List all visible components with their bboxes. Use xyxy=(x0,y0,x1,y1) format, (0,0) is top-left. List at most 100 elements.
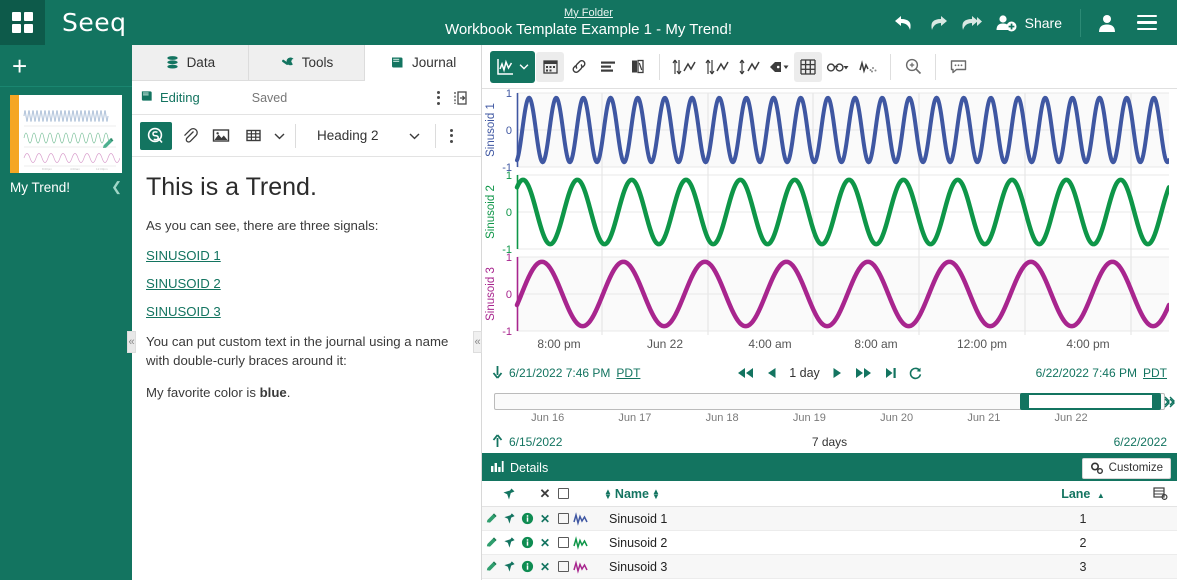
paperclip-icon[interactable] xyxy=(174,122,204,150)
customize-button[interactable]: Customize xyxy=(1081,457,1171,479)
table-icon[interactable] xyxy=(238,122,268,150)
table-row[interactable]: ✕ Sinusoid 1 1 xyxy=(482,507,1177,531)
signal-dots-icon[interactable] xyxy=(854,52,882,82)
signal-name[interactable]: Sinusoid 2 xyxy=(590,536,1023,550)
rewind-icon[interactable] xyxy=(766,366,778,380)
editor-kebab-menu-icon[interactable] xyxy=(443,128,461,143)
tab-tools[interactable]: Tools xyxy=(248,45,366,80)
table-settings-icon[interactable] xyxy=(1143,486,1177,501)
journal-collapse-handle[interactable]: « xyxy=(473,331,482,353)
undo-icon[interactable] xyxy=(887,0,921,45)
forward-fast-icon[interactable] xyxy=(854,366,873,380)
toolbar-divider-2 xyxy=(890,53,891,80)
journal-content[interactable]: This is a Trend. As you can see, there a… xyxy=(132,157,481,580)
row-checkbox[interactable] xyxy=(554,537,572,548)
paragraph-style-select[interactable]: Heading 2 xyxy=(309,122,428,150)
y-axis-arrows-chart-icon[interactable] xyxy=(701,52,733,82)
chevron-down-icon[interactable]: ❮ xyxy=(111,179,122,195)
sidebar-collapse-handle[interactable]: « xyxy=(127,331,136,353)
list-bars-icon[interactable] xyxy=(594,52,622,82)
worksheet-thumbnail[interactable]: 8:00pm 4:00am 12:00pm xyxy=(19,95,122,173)
signal-trace-icon[interactable] xyxy=(572,535,590,550)
signal-name[interactable]: Sinusoid 3 xyxy=(590,560,1023,574)
pin-icon[interactable] xyxy=(500,560,518,573)
row-checkbox[interactable] xyxy=(554,561,572,572)
arrow-down-icon[interactable] xyxy=(492,365,503,382)
export-panel-icon[interactable] xyxy=(447,90,473,106)
signal-name[interactable]: Sinusoid 1 xyxy=(590,512,1023,526)
range-slider-handle-right[interactable] xyxy=(1151,394,1159,409)
apps-grid-icon[interactable] xyxy=(0,0,45,45)
tag-icon[interactable] xyxy=(765,52,793,82)
pencil-icon[interactable] xyxy=(482,536,500,549)
trend-chart-icon xyxy=(497,59,513,75)
rewind-fast-icon[interactable] xyxy=(736,366,755,380)
table-row[interactable]: ✕ Sinusoid 2 2 xyxy=(482,531,1177,555)
table-dropdown-chevron-down-icon[interactable] xyxy=(270,122,288,150)
journal-editing-button[interactable]: Editing xyxy=(140,89,200,106)
worksheet-item[interactable]: 8:00pm 4:00am 12:00pm My Trend! ❮ xyxy=(0,87,132,201)
add-worksheet-button[interactable]: + xyxy=(0,45,132,87)
signal-trace-icon[interactable] xyxy=(572,559,590,574)
range-slider-selection[interactable] xyxy=(1020,393,1161,410)
end-time-label[interactable]: 6/22/2022 7:46 PM xyxy=(1036,366,1137,380)
share-button[interactable]: Share xyxy=(989,0,1074,45)
magnifier-plus-icon[interactable] xyxy=(899,52,927,82)
seeq-logo-icon[interactable] xyxy=(140,121,172,150)
forward-icon[interactable] xyxy=(831,366,843,380)
redo-icon[interactable] xyxy=(921,0,955,45)
grid-icon[interactable] xyxy=(794,51,822,82)
remove-x-icon[interactable]: ✕ xyxy=(536,512,554,526)
trend-view-button[interactable] xyxy=(490,50,535,83)
start-timezone[interactable]: PDT xyxy=(616,366,640,380)
signal-trace-icon[interactable] xyxy=(572,511,590,526)
pencil-icon[interactable] xyxy=(100,136,116,152)
duration-label[interactable]: 1 day xyxy=(789,366,820,380)
workbook-title[interactable]: Workbook Template Example 1 - My Trend! xyxy=(445,20,732,40)
remove-x-icon[interactable]: ✕ xyxy=(536,536,554,550)
tab-journal[interactable]: Journal xyxy=(365,45,482,81)
seeq-logo[interactable]: Seeq xyxy=(62,8,127,37)
resize-grip-icon[interactable] xyxy=(1163,394,1177,413)
comment-bubble-icon[interactable] xyxy=(944,52,972,82)
select-all-checkbox[interactable] xyxy=(554,488,572,499)
range-slider[interactable]: Jun 16 Jun 17 Jun 18 Jun 19 Jun 20 Jun 2… xyxy=(482,387,1177,431)
book-icon[interactable] xyxy=(623,52,651,82)
pin-icon[interactable] xyxy=(500,536,518,549)
start-time-label[interactable]: 6/21/2022 7:46 PM xyxy=(509,366,610,380)
chain-link-icon[interactable] xyxy=(565,52,593,82)
pin-icon[interactable] xyxy=(500,487,518,501)
hamburger-menu-icon[interactable] xyxy=(1127,0,1167,45)
pencil-icon[interactable] xyxy=(482,512,500,525)
row-checkbox[interactable] xyxy=(554,513,572,524)
kebab-menu-icon[interactable] xyxy=(429,90,447,105)
lane-column-header[interactable]: Lane ▲ xyxy=(1023,487,1143,501)
updown-chart-icon[interactable] xyxy=(734,52,764,82)
name-column-header[interactable]: ▲ ▼ Name ▲ ▼ xyxy=(590,487,1023,501)
pin-icon[interactable] xyxy=(500,512,518,525)
range-slider-handle-left[interactable] xyxy=(1022,394,1030,409)
refresh-icon[interactable] xyxy=(908,366,923,380)
user-avatar-icon[interactable] xyxy=(1087,0,1127,45)
trend-chart[interactable]: 1 0 -1 1 0 -1 1 0 -1 Sinusoid 1 Sinusoid 2 Sin… xyxy=(482,89,1177,337)
remove-x-icon[interactable]: ✕ xyxy=(536,486,554,502)
end-timezone[interactable]: PDT xyxy=(1143,366,1167,380)
remove-x-icon[interactable]: ✕ xyxy=(536,560,554,574)
info-icon[interactable] xyxy=(518,536,536,549)
image-icon[interactable] xyxy=(206,122,236,150)
table-row[interactable]: ✕ Sinusoid 3 3 xyxy=(482,555,1177,579)
journal-link-sinusoid-3[interactable]: SINUSOID 3 xyxy=(146,304,467,319)
glasses-icon[interactable] xyxy=(823,52,853,82)
tab-data[interactable]: Data xyxy=(132,45,249,80)
info-icon[interactable] xyxy=(518,560,536,573)
journal-link-sinusoid-1[interactable]: SINUSOID 1 xyxy=(146,248,467,263)
info-icon[interactable] xyxy=(518,512,536,525)
calendar-icon[interactable] xyxy=(536,51,564,82)
range-slider-track[interactable] xyxy=(494,393,1175,410)
journal-link-sinusoid-2[interactable]: SINUSOID 2 xyxy=(146,276,467,291)
pencil-icon[interactable] xyxy=(482,560,500,573)
arrows-chart-icon[interactable] xyxy=(668,52,700,82)
redo-all-icon[interactable] xyxy=(955,0,989,45)
breadcrumb-folder-link[interactable]: My Folder xyxy=(564,6,613,20)
skip-to-end-icon[interactable] xyxy=(884,366,897,380)
